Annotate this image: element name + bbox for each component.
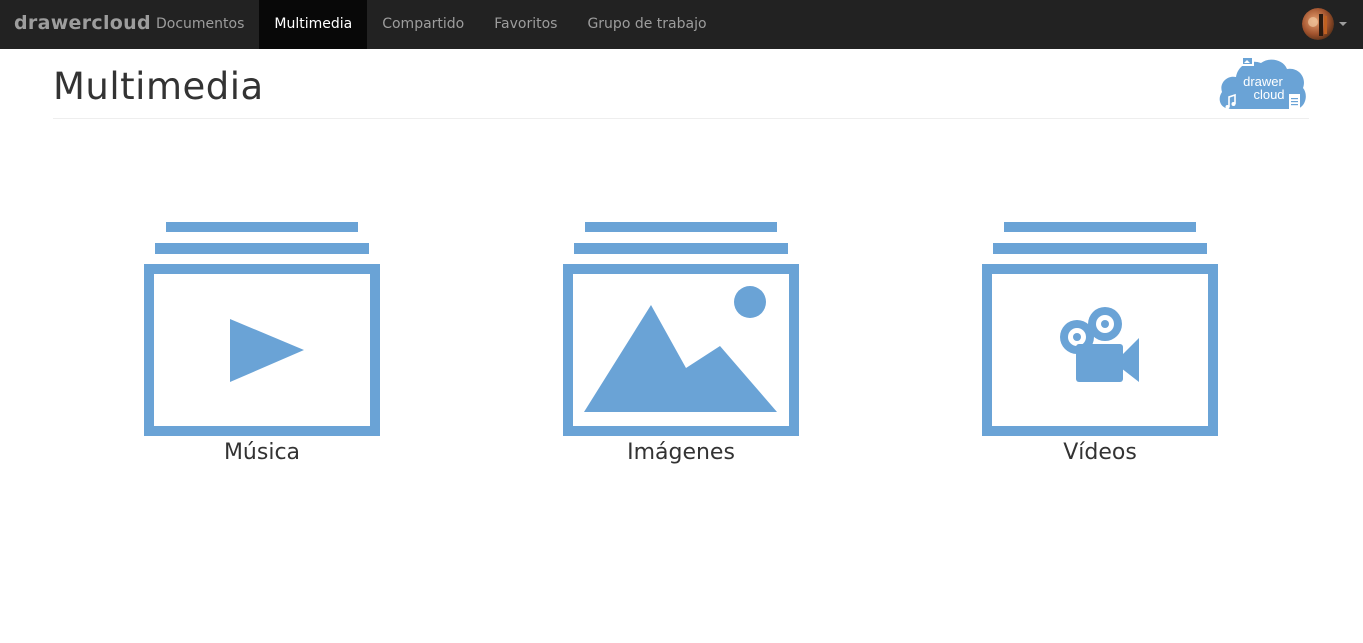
nav-item-multimedia[interactable]: Multimedia — [259, 0, 368, 49]
tile-label-musica: Música — [223, 440, 301, 465]
tile-label-videos: Vídeos — [1063, 440, 1137, 465]
page-header: Multimedia drawer cloud — [53, 49, 1309, 119]
tile-imagenes[interactable]: Imágenes — [563, 220, 799, 470]
top-navbar: drawercloud Documentos Multimedia Compar… — [0, 0, 1363, 49]
nav-item-compartido[interactable]: Compartido — [367, 0, 479, 49]
page-title: Multimedia — [53, 65, 264, 108]
avatar[interactable] — [1302, 8, 1334, 40]
nav-item-grupo-de-trabajo[interactable]: Grupo de trabajo — [572, 0, 721, 49]
brand-link[interactable]: drawercloud — [14, 12, 151, 34]
nav-item-favoritos[interactable]: Favoritos — [479, 0, 572, 49]
tile-videos[interactable]: Vídeos — [982, 220, 1218, 470]
caret-down-icon — [1339, 22, 1347, 26]
tile-label-imagenes: Imágenes — [627, 440, 735, 465]
play-icon — [144, 222, 380, 436]
tile-musica[interactable]: Música — [144, 220, 380, 470]
image-icon — [563, 222, 799, 436]
svg-text:cloud: cloud — [1253, 87, 1284, 102]
nav-item-documentos[interactable]: Documentos — [141, 0, 259, 49]
user-menu[interactable] — [1302, 8, 1347, 40]
nav-menu: Documentos Multimedia Compartido Favorit… — [141, 0, 722, 49]
drawercloud-logo: drawer cloud — [1217, 55, 1309, 118]
video-camera-icon — [982, 222, 1218, 436]
